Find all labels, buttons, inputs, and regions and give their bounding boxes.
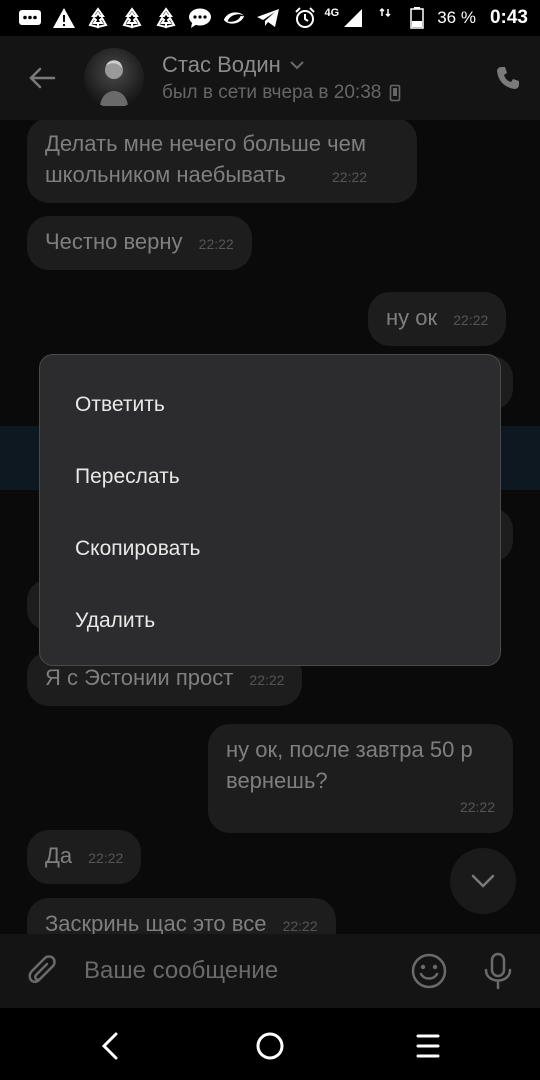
message-time: 22:22 xyxy=(332,169,368,185)
arrow-left-icon xyxy=(29,67,56,89)
status-bar: 4G 36 % 0:43 xyxy=(0,0,540,36)
back-button[interactable] xyxy=(0,36,84,120)
system-status: 4G 36 % 0:43 xyxy=(293,7,528,29)
alarm-icon xyxy=(293,7,317,29)
message-bubble[interactable]: Заскринь щас это все 22:22 xyxy=(27,898,336,934)
recycle-icon xyxy=(86,7,110,29)
warning-icon xyxy=(52,7,76,29)
message-time: 22:22 xyxy=(459,799,495,815)
signal-icon xyxy=(341,7,365,29)
contact-name: Стас Водин xyxy=(162,52,281,77)
menu-item-reply[interactable]: Ответить xyxy=(40,369,500,441)
menu-item-forward[interactable]: Переслать xyxy=(40,441,500,513)
home-circle-icon xyxy=(256,1032,284,1060)
battery-level: 36 % xyxy=(437,8,476,27)
telegram-icon xyxy=(256,7,280,29)
chat-header: Стас Водин был в сети вчера в 20:38 xyxy=(0,36,540,120)
message-bubble[interactable]: Честно верну 22:22 xyxy=(27,216,252,270)
message-bubble[interactable]: Да 22:22 xyxy=(27,830,142,884)
scroll-down-button[interactable] xyxy=(450,848,516,914)
message-time: 22:22 xyxy=(249,672,285,688)
notification-icons xyxy=(18,7,280,29)
emoji-button[interactable] xyxy=(410,952,448,990)
message-time: 22:22 xyxy=(198,236,234,252)
message-composer xyxy=(0,934,540,1008)
contact-name-row: Стас Водин xyxy=(162,52,401,78)
chat-bubble-icon xyxy=(188,7,212,29)
data-arrows-icon xyxy=(373,7,397,29)
message-time: 22:22 xyxy=(88,850,124,866)
message-time: 22:22 xyxy=(282,918,318,934)
contact-info[interactable]: Стас Водин был в сети вчера в 20:38 xyxy=(162,52,401,104)
message-text: Да xyxy=(45,843,73,868)
contact-status-row: был в сети вчера в 20:38 xyxy=(162,82,401,104)
contact-photo-icon xyxy=(100,60,128,106)
message-text: ну ок xyxy=(386,305,438,330)
call-button[interactable] xyxy=(490,60,526,96)
nav-home-button[interactable] xyxy=(250,1026,290,1066)
smiley-icon xyxy=(411,953,447,989)
menu-item-copy[interactable]: Скопировать xyxy=(40,513,500,585)
clock: 0:43 xyxy=(489,7,528,28)
message-bubble[interactable]: Делать мне нечего больше чем школьником … xyxy=(27,120,417,203)
message-text: вернешь? xyxy=(226,768,328,793)
message-text: школьником наебывать xyxy=(45,162,286,187)
message-text: Честно верну xyxy=(45,229,183,254)
chevron-down-icon xyxy=(471,874,495,888)
message-text: Делать мне нечего больше чем xyxy=(45,131,366,156)
battery-icon xyxy=(405,7,429,29)
message-context-menu: Ответить Переслать Скопировать Удалить xyxy=(39,354,501,666)
network-type: 4G xyxy=(324,7,340,19)
paperclip-icon xyxy=(28,955,56,983)
message-text: ну ок, после завтра 50 р xyxy=(226,737,473,762)
message-icon xyxy=(18,7,42,29)
message-text: Я с Эстонии прост xyxy=(45,665,234,690)
chevron-down-icon xyxy=(290,61,304,70)
attach-button[interactable] xyxy=(0,934,84,1008)
system-navigation-bar xyxy=(0,1008,540,1080)
message-input[interactable] xyxy=(84,957,384,985)
message-bubble[interactable]: ну ок 22:22 xyxy=(368,292,507,346)
message-bubble[interactable]: ну ок, после завтра 50 р вернешь? 22:22 xyxy=(208,724,513,833)
menu-lines-icon xyxy=(416,1034,440,1058)
recycle-icon xyxy=(120,7,144,29)
message-time: 22:22 xyxy=(453,312,489,328)
nav-menu-button[interactable] xyxy=(408,1026,448,1066)
last-seen: был в сети вчера в 20:38 xyxy=(162,82,382,103)
menu-item-delete[interactable]: Удалить xyxy=(40,585,500,657)
message-text: Заскринь щас это все xyxy=(45,911,267,934)
brand-swirl-icon xyxy=(222,7,246,29)
nav-back-button[interactable] xyxy=(90,1026,130,1066)
avatar[interactable] xyxy=(84,48,144,108)
phone-icon xyxy=(497,67,519,89)
voice-message-button[interactable] xyxy=(481,952,515,990)
microphone-icon xyxy=(484,952,512,990)
mobile-device-icon xyxy=(390,84,401,102)
back-chevron-icon xyxy=(101,1032,118,1060)
recycle-icon xyxy=(154,7,178,29)
